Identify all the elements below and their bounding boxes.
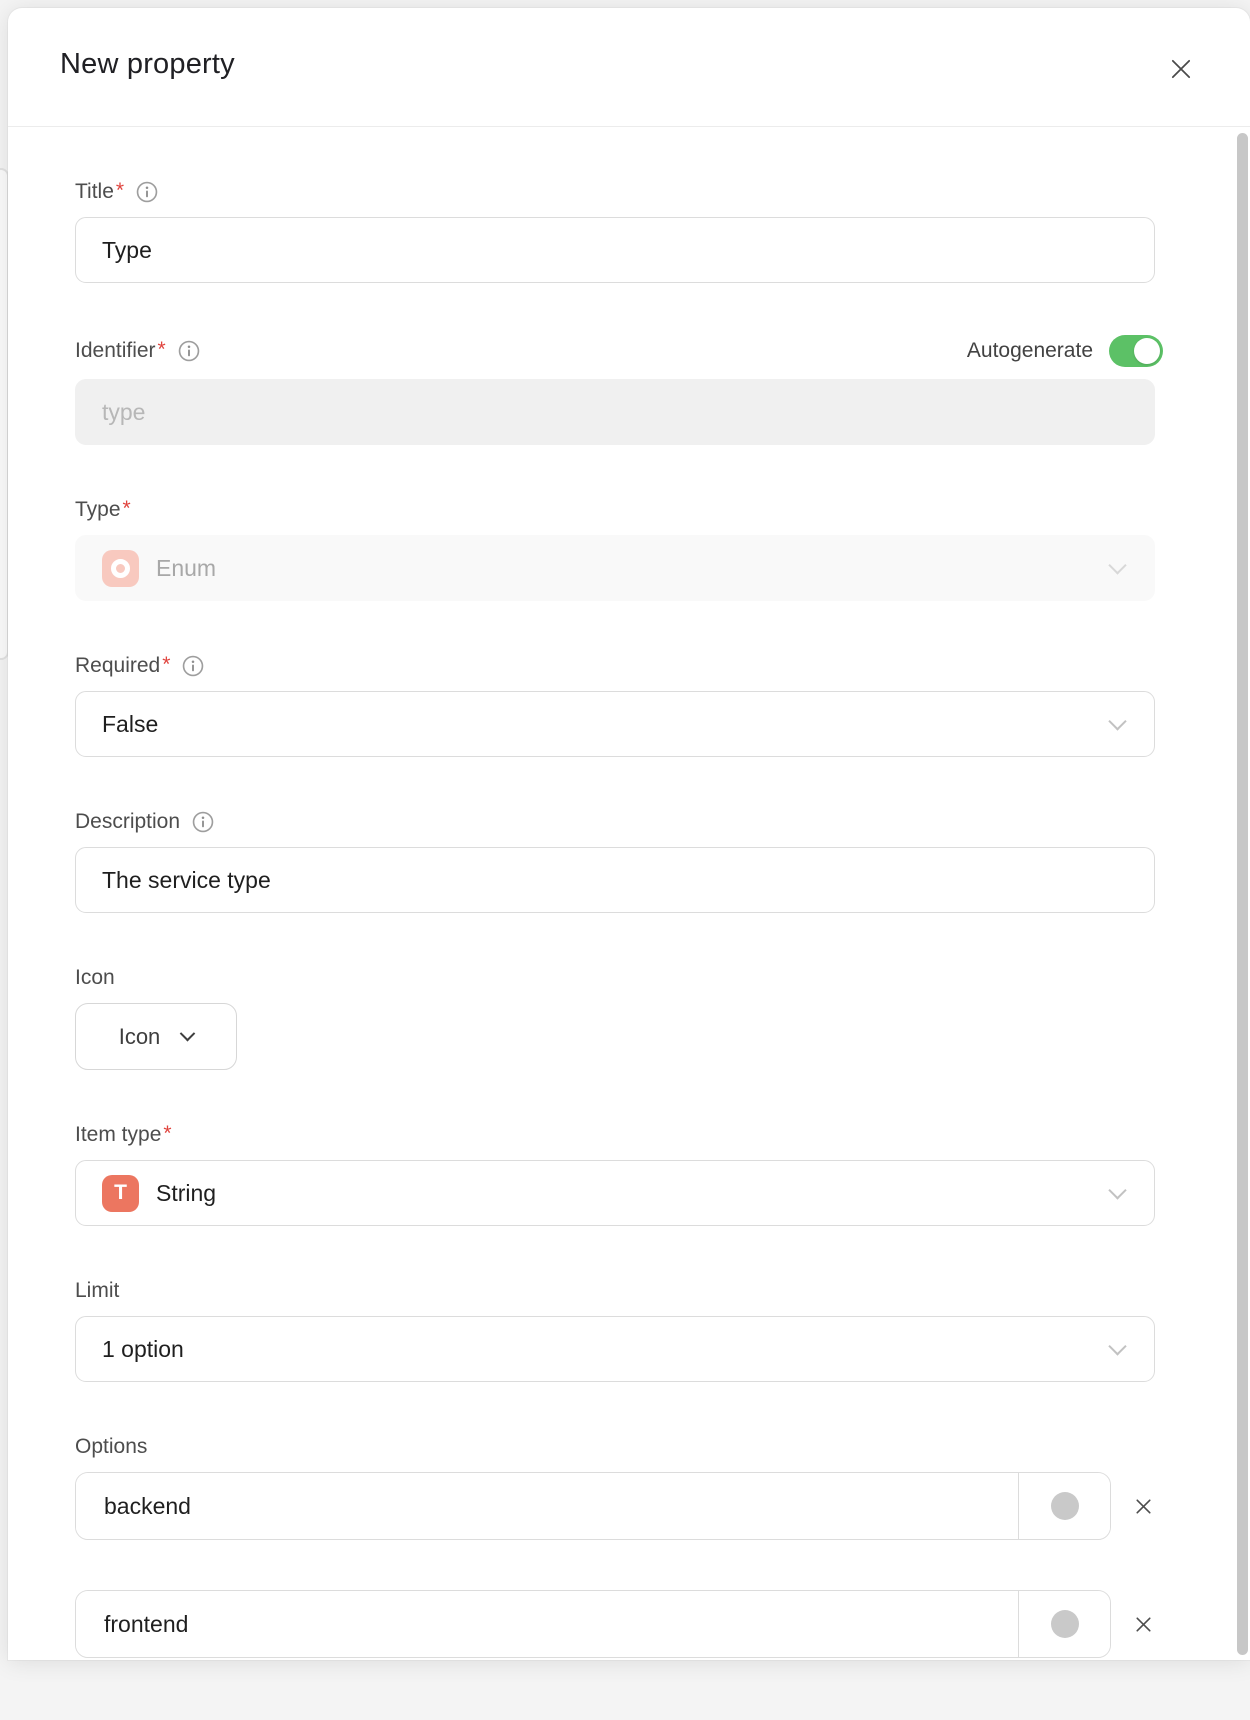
required-marker: *	[163, 1122, 171, 1146]
string-type-icon: T	[102, 1175, 139, 1212]
type-select-value: Enum	[156, 555, 216, 582]
autogenerate-control: Autogenerate	[967, 335, 1163, 367]
close-icon	[1167, 55, 1195, 83]
modal-body: Title* Identifier* Autogenerate	[8, 127, 1250, 1720]
field-limit: Limit 1 option	[75, 1278, 1163, 1382]
item-type-select-value: String	[156, 1180, 216, 1207]
required-marker: *	[162, 653, 170, 677]
item-type-select[interactable]: T String	[75, 1160, 1155, 1226]
option-row	[75, 1590, 1163, 1658]
chevron-down-icon	[180, 1026, 196, 1042]
option-color-button[interactable]	[1019, 1473, 1110, 1539]
description-label: Description	[75, 809, 180, 835]
field-identifier: Identifier* Autogenerate	[75, 335, 1163, 445]
modal-header: New property	[8, 8, 1250, 127]
chevron-down-icon	[1108, 1337, 1126, 1355]
field-icon: Icon Icon	[75, 965, 1163, 1070]
remove-option-button[interactable]	[1123, 1486, 1163, 1526]
icon-dropdown-label: Icon	[119, 1024, 161, 1050]
close-icon	[1132, 1495, 1155, 1518]
modal-title: New property	[60, 48, 1198, 81]
limit-select[interactable]: 1 option	[75, 1316, 1155, 1382]
new-property-modal: New property Title* Identifier*	[8, 8, 1250, 1660]
toggle-knob	[1134, 338, 1160, 364]
limit-label: Limit	[75, 1278, 119, 1304]
type-select[interactable]: Enum	[75, 535, 1155, 601]
remove-option-button[interactable]	[1123, 1604, 1163, 1644]
autogenerate-label: Autogenerate	[967, 339, 1093, 363]
close-button[interactable]	[1164, 52, 1198, 86]
field-type: Type* Enum	[75, 497, 1163, 601]
required-label: Required	[75, 653, 160, 679]
field-title: Title*	[75, 179, 1163, 283]
required-marker: *	[158, 338, 166, 362]
title-label: Title	[75, 179, 114, 205]
autogenerate-toggle[interactable]	[1109, 335, 1163, 367]
icon-dropdown-button[interactable]: Icon	[75, 1003, 237, 1070]
field-options: Options	[75, 1434, 1163, 1658]
info-icon[interactable]	[136, 181, 158, 203]
option-group	[75, 1590, 1111, 1658]
description-input[interactable]	[75, 847, 1155, 913]
chevron-down-icon	[1108, 1181, 1126, 1199]
title-input[interactable]	[75, 217, 1155, 283]
chevron-down-icon	[1108, 712, 1126, 730]
scrollbar-thumb[interactable]	[1237, 133, 1248, 1655]
item-type-label: Item type	[75, 1122, 161, 1148]
identifier-label: Identifier	[75, 338, 156, 364]
option-input[interactable]	[76, 1473, 1018, 1539]
option-color-button[interactable]	[1019, 1591, 1110, 1657]
field-item-type: Item type* T String	[75, 1122, 1163, 1226]
info-icon[interactable]	[182, 655, 204, 677]
type-label: Type	[75, 497, 121, 523]
icon-label: Icon	[75, 965, 115, 991]
info-icon[interactable]	[178, 340, 200, 362]
close-icon	[1132, 1613, 1155, 1636]
color-swatch-icon	[1051, 1492, 1079, 1520]
options-label: Options	[75, 1434, 147, 1460]
required-marker: *	[116, 179, 124, 203]
field-required: Required* False	[75, 653, 1163, 757]
option-input[interactable]	[76, 1591, 1018, 1657]
limit-select-value: 1 option	[102, 1336, 184, 1363]
required-marker: *	[123, 497, 131, 521]
identifier-input[interactable]	[75, 379, 1155, 445]
option-row	[75, 1472, 1163, 1540]
enum-icon	[102, 550, 139, 587]
info-icon[interactable]	[192, 811, 214, 833]
option-group	[75, 1472, 1111, 1540]
chevron-down-icon	[1108, 556, 1126, 574]
field-description: Description	[75, 809, 1163, 913]
required-select[interactable]: False	[75, 691, 1155, 757]
color-swatch-icon	[1051, 1610, 1079, 1638]
required-select-value: False	[102, 711, 158, 738]
